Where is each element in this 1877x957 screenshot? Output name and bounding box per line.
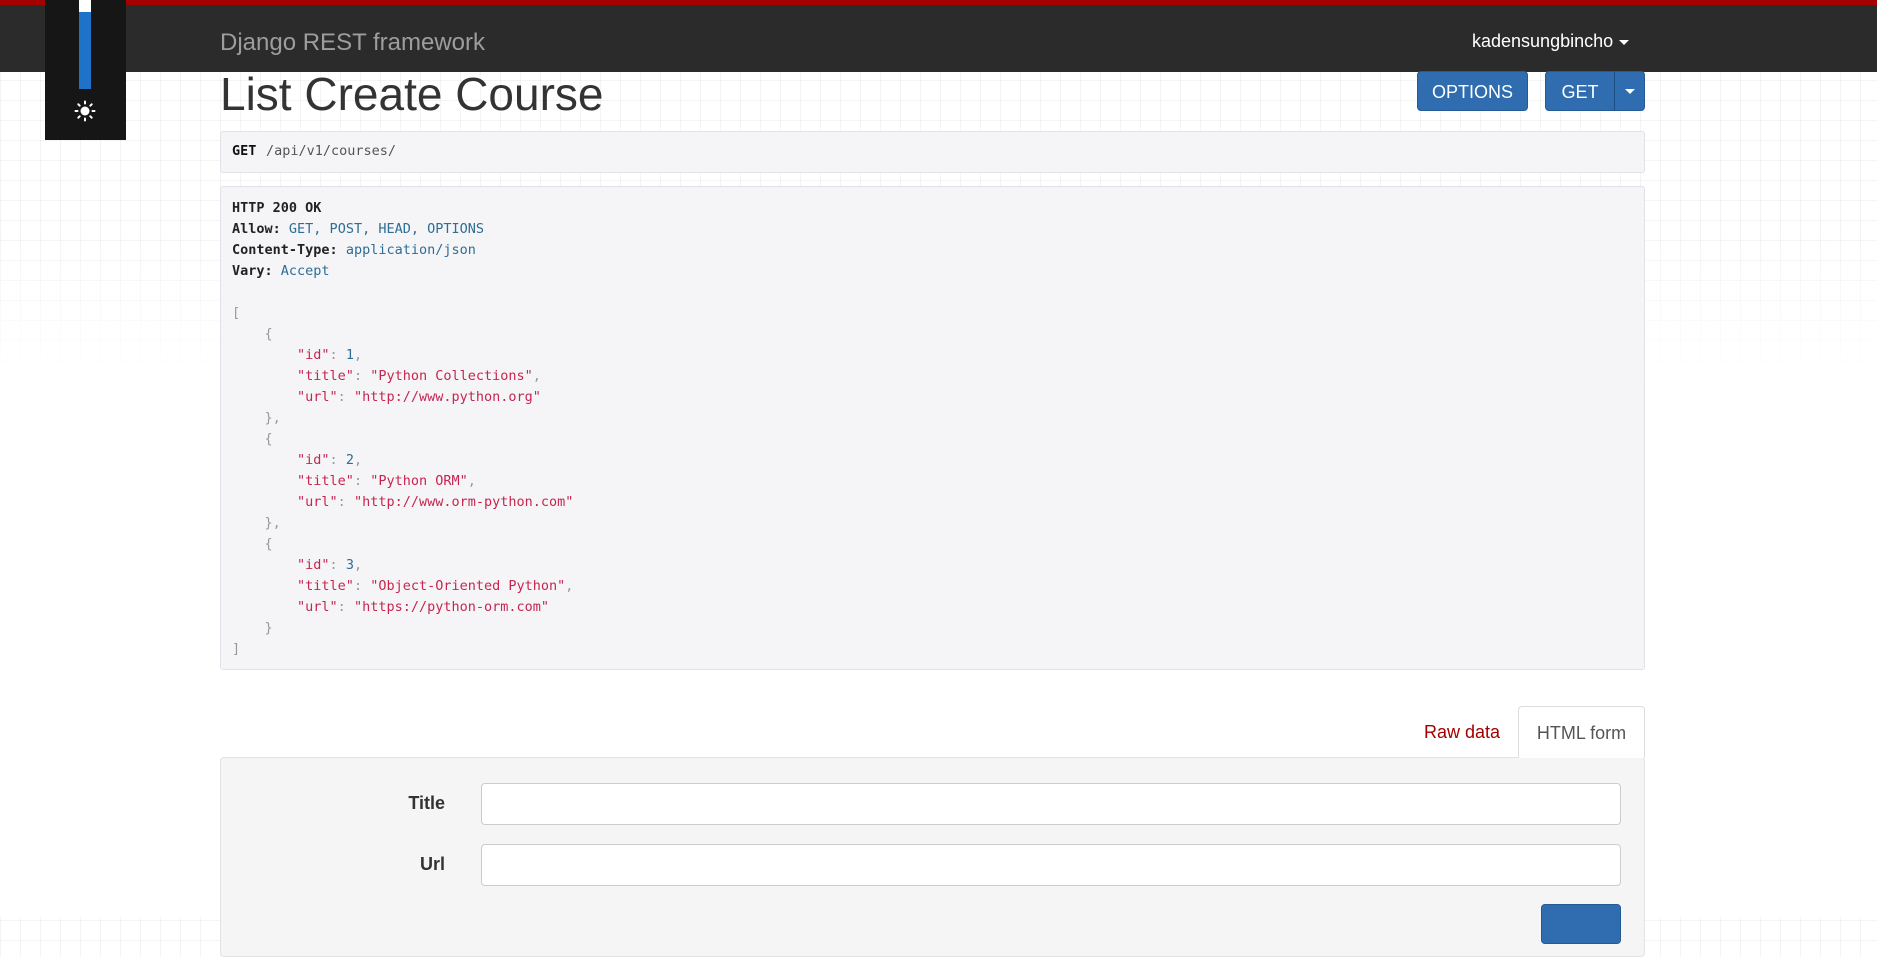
options-button[interactable]: OPTIONS [1417,71,1528,111]
header-name: Content-Type: [232,242,338,258]
item-url: "https://python-orm.com" [353,599,550,615]
request-path: /api/v1/courses/ [266,143,397,159]
get-button-group: GET [1545,71,1645,111]
username: kadensungbincho [1472,31,1614,51]
page-title: List Create Course [220,68,604,120]
url-field[interactable] [481,844,1621,886]
sun-icon[interactable] [74,100,96,122]
header-value: Accept [280,263,330,279]
theme-slider-fill [79,12,91,89]
title-field[interactable] [481,783,1621,825]
navbar-brand[interactable]: Django REST framework [220,29,485,57]
tab-html-form[interactable]: HTML form [1518,706,1645,758]
response-status: HTTP 200 OK [232,200,322,216]
request-method: GET [232,143,257,159]
user-menu-dropdown[interactable]: kadensungbincho [1472,31,1630,52]
item-id: 3 [345,557,354,573]
request-info: GET /api/v1/courses/ [220,131,1645,173]
tab-raw-data[interactable]: Raw data [1408,706,1516,758]
get-format-dropdown-button[interactable] [1614,71,1645,111]
header-value: GET, POST, HEAD, OPTIONS [288,221,484,237]
theme-slider-track[interactable] [79,0,91,89]
response-content: HTTP 200 OK Allow: GET, POST, HEAD, OPTI… [232,200,574,657]
html-form-panel: Title Url [220,757,1645,957]
theme-toggle-panel[interactable] [45,0,126,140]
item-title: "Object-Oriented Python" [370,578,566,594]
item-url: "http://www.orm-python.com" [353,494,574,510]
post-submit-button[interactable] [1541,904,1621,944]
title-label: Title [408,793,445,813]
item-id: 1 [345,347,354,363]
get-button[interactable]: GET [1545,71,1615,111]
chevron-down-icon [1619,39,1630,45]
navbar: Django REST framework kadensungbincho [0,5,1877,72]
header-name: Vary: [232,263,273,279]
item-title: "Python Collections" [370,368,533,384]
header-name: Allow: [232,221,281,237]
item-title: "Python ORM" [370,473,468,489]
caret-down-icon [1625,89,1635,94]
item-url: "http://www.python.org" [353,389,541,405]
item-id: 2 [345,452,354,468]
header-value: application/json [345,242,476,258]
response-info: HTTP 200 OK Allow: GET, POST, HEAD, OPTI… [220,186,1645,670]
url-label: Url [419,854,445,874]
